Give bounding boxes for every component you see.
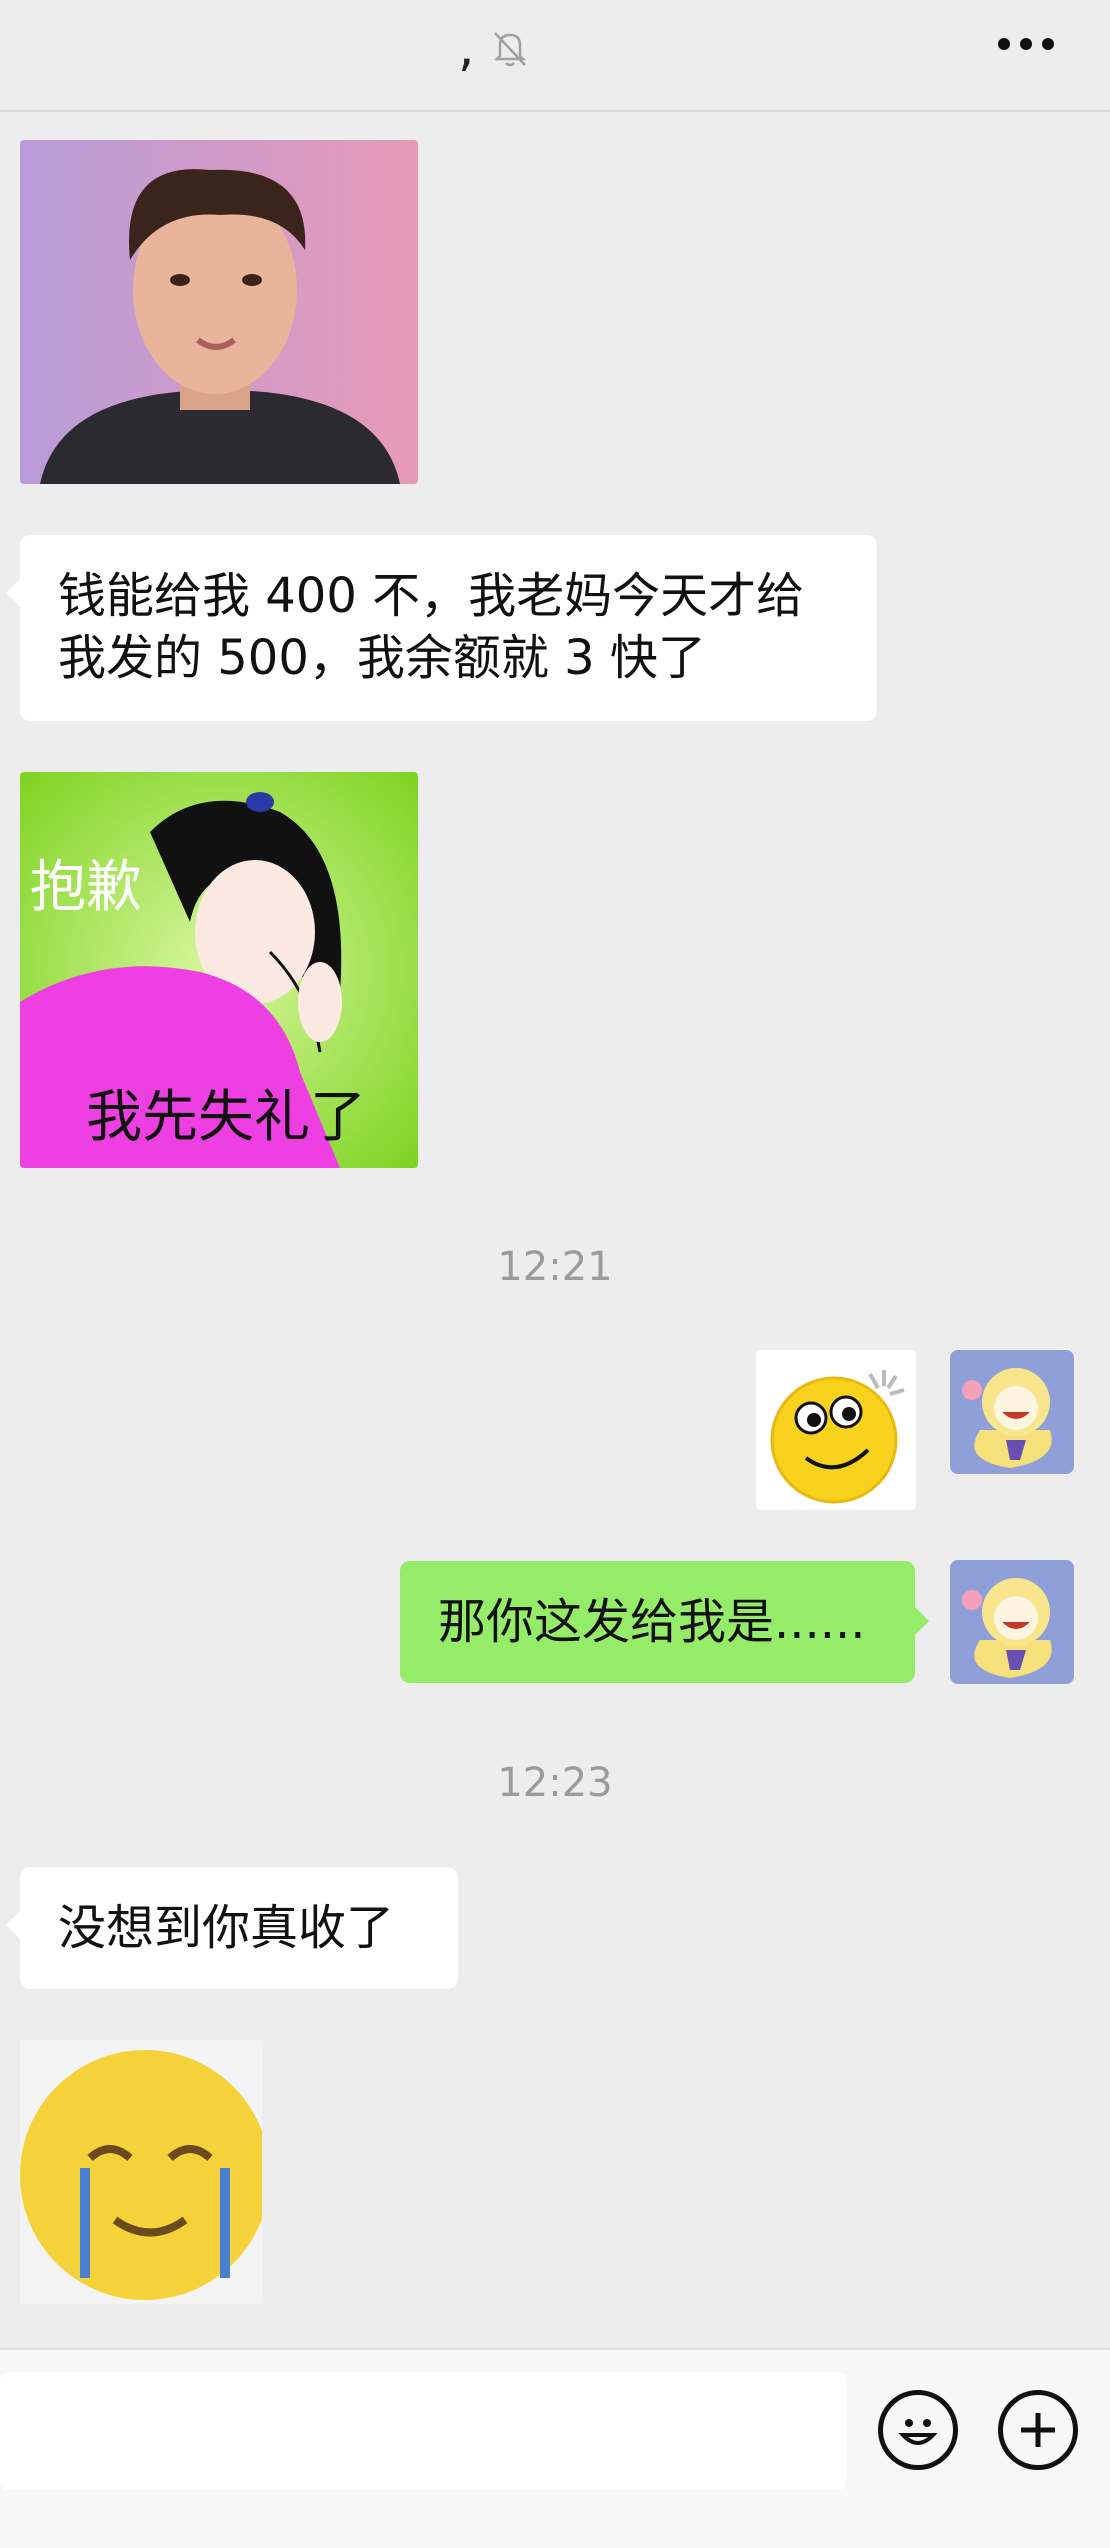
smiling-emoji-sticker[interactable]: [756, 1350, 916, 1510]
smiley-icon[interactable]: [878, 2390, 958, 2470]
message-bubble-sent[interactable]: 那你这发给我是......: [400, 1561, 929, 1683]
chat-title: ,: [458, 18, 475, 78]
self-avatar[interactable]: [950, 1560, 1074, 1684]
chat-header: ,: [0, 0, 1110, 112]
message-input[interactable]: [0, 2372, 846, 2490]
message-bubble-received[interactable]: 钱能给我 400 不，我老妈今天才给 我发的 500，我余额就 3 快了: [6, 535, 877, 721]
apology-girl-sticker[interactable]: 抱歉 我先失礼了: [20, 772, 418, 1168]
message-bubble-received[interactable]: 没想到你真收了: [6, 1867, 458, 1989]
timestamp: 12:23: [497, 1760, 613, 1806]
bell-slash-icon: [493, 32, 527, 67]
input-bar: [0, 2348, 1110, 2548]
self-avatar[interactable]: [950, 1350, 1074, 1474]
more-dots-icon[interactable]: [998, 38, 1054, 52]
plus-circle-icon[interactable]: [998, 2390, 1078, 2470]
crying-smile-emoji-sticker[interactable]: [20, 2040, 262, 2304]
sticker-caption-bottom: 我先失礼了: [86, 1085, 366, 1150]
sticker-caption-top: 抱歉: [30, 855, 142, 920]
timestamp: 12:21: [497, 1244, 613, 1290]
man-face-sticker[interactable]: [20, 140, 418, 484]
